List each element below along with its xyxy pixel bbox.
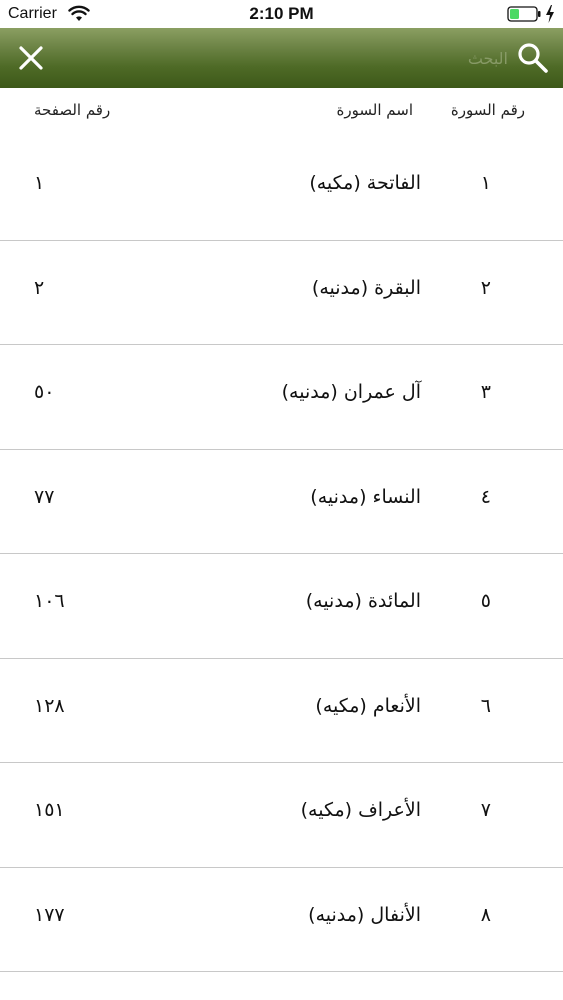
table-header: رقم السورة اسم السورة رقم الصفحة xyxy=(0,88,563,136)
surah-number: ٣ xyxy=(480,381,491,403)
surah-number: ١ xyxy=(480,172,491,194)
surah-list: ١ الفاتحة (مكيه) ١ ٢ البقرة (مدنيه) ٢ ٣ … xyxy=(0,136,563,972)
search-icon[interactable] xyxy=(515,40,551,76)
surah-name: النساء (مدنيه) xyxy=(310,485,421,508)
surah-name: الأعراف (مكيه) xyxy=(300,799,421,821)
table-row[interactable]: ٣ آل عمران (مدنيه) ٥٠ xyxy=(0,345,563,450)
surah-number: ٤ xyxy=(480,485,491,508)
table-row[interactable]: ٥ المائدة (مدنيه) ١٠٦ xyxy=(0,554,563,659)
charging-icon xyxy=(546,5,554,23)
page-number: ١٧٧ xyxy=(34,903,65,926)
table-row[interactable]: ٤ النساء (مدنيه) ٧٧ xyxy=(0,450,563,554)
page-number: ٥٠ xyxy=(34,381,55,403)
surah-name: آل عمران (مدنيه) xyxy=(281,381,421,403)
table-row[interactable]: ١ الفاتحة (مكيه) ١ xyxy=(0,136,563,241)
table-row[interactable]: ٨ الأنفال (مدنيه) ١٧٧ xyxy=(0,868,563,972)
surah-name: البقرة (مدنيه) xyxy=(311,276,421,299)
table-row[interactable]: ٢ البقرة (مدنيه) ٢ xyxy=(0,241,563,345)
close-icon[interactable] xyxy=(14,41,48,75)
status-bar: Carrier 2:10 PM xyxy=(0,0,563,28)
surah-number: ٨ xyxy=(480,903,491,926)
header-page-number: رقم الصفحة xyxy=(34,101,111,119)
table-row[interactable]: ٦ الأنعام (مكيه) ١٢٨ xyxy=(0,659,563,763)
clock: 2:10 PM xyxy=(249,4,314,23)
page-number: ١٢٨ xyxy=(34,694,65,717)
search-input[interactable] xyxy=(300,42,508,74)
table-row[interactable]: ٧ الأعراف (مكيه) ١٥١ xyxy=(0,763,563,868)
surah-name: المائدة (مدنيه) xyxy=(305,590,421,612)
page-number: ١٠٦ xyxy=(34,590,65,612)
battery-icon xyxy=(507,6,541,22)
surah-number: ٢ xyxy=(480,276,491,299)
surah-number: ٥ xyxy=(480,590,491,612)
surah-number: ٦ xyxy=(480,694,491,717)
header-surah-number: رقم السورة xyxy=(450,101,525,119)
page-number: ٧٧ xyxy=(34,485,55,508)
page-number: ١٥١ xyxy=(34,799,65,821)
page-number: ١ xyxy=(34,172,45,194)
header-surah-name: اسم السورة xyxy=(336,101,413,119)
surah-name: الفاتحة (مكيه) xyxy=(309,172,421,194)
surah-name: الأنفال (مدنيه) xyxy=(308,903,421,926)
navigation-bar xyxy=(0,28,563,88)
surah-name: الأنعام (مكيه) xyxy=(315,694,421,717)
surah-number: ٧ xyxy=(480,799,491,821)
page-number: ٢ xyxy=(34,276,45,299)
